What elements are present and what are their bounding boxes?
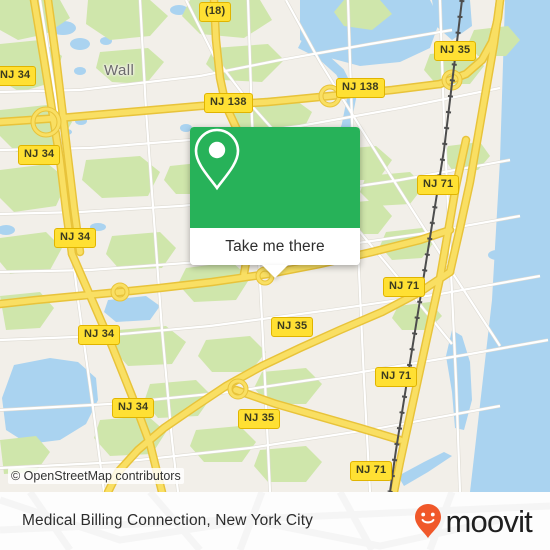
shield-18-top[interactable]: (18) [199, 2, 232, 22]
moovit-brand[interactable]: moovit [413, 503, 533, 539]
map-canvas[interactable]: Wall (18) NJ 34 NJ 138 NJ 138 NJ 35 NJ 3… [0, 0, 550, 492]
moovit-wordmark: moovit [445, 503, 532, 539]
shield-nj34-topleft[interactable]: NJ 34 [0, 66, 37, 86]
lake-2 [70, 38, 90, 50]
osm-attribution[interactable]: © OpenStreetMap contributors [8, 468, 184, 484]
page-title: Medical Billing Connection, New York Cit… [22, 512, 313, 529]
shield-nj71-bottom[interactable]: NJ 71 [350, 461, 393, 481]
popup-body: Take me there [190, 228, 360, 265]
shield-nj34-upper[interactable]: NJ 34 [18, 145, 61, 165]
shield-nj138-right[interactable]: NJ 138 [336, 78, 385, 98]
location-popup-card[interactable]: Take me there [190, 127, 360, 278]
popup-tail-pointer [262, 265, 288, 278]
moovit-smiley-pin-icon [415, 504, 442, 538]
popup-header [190, 127, 360, 228]
footer-bar: Medical Billing Connection, New York Cit… [0, 492, 550, 550]
place-label-wall: Wall [104, 62, 135, 79]
shield-nj138-left[interactable]: NJ 138 [204, 93, 253, 113]
shield-nj34-mid[interactable]: NJ 34 [54, 228, 97, 248]
location-pin-icon [194, 128, 240, 191]
shield-nj34-lower[interactable]: NJ 34 [78, 325, 121, 345]
shield-nj71-mid[interactable]: NJ 71 [383, 277, 426, 297]
shield-nj35-bottom[interactable]: NJ 35 [238, 409, 281, 429]
shield-nj35-top[interactable]: NJ 35 [434, 41, 477, 61]
take-me-there-label[interactable]: Take me there [225, 238, 325, 256]
shield-nj71-lower[interactable]: NJ 71 [375, 367, 418, 387]
lake-4 [74, 67, 86, 75]
map-page: Wall (18) NJ 34 NJ 138 NJ 138 NJ 35 NJ 3… [0, 0, 550, 550]
shield-nj71-upper[interactable]: NJ 71 [417, 175, 460, 195]
lake-11 [514, 113, 546, 131]
lake-12 [488, 250, 506, 260]
shield-nj35-mid[interactable]: NJ 35 [271, 317, 314, 337]
shield-nj34-bottom[interactable]: NJ 34 [112, 398, 155, 418]
